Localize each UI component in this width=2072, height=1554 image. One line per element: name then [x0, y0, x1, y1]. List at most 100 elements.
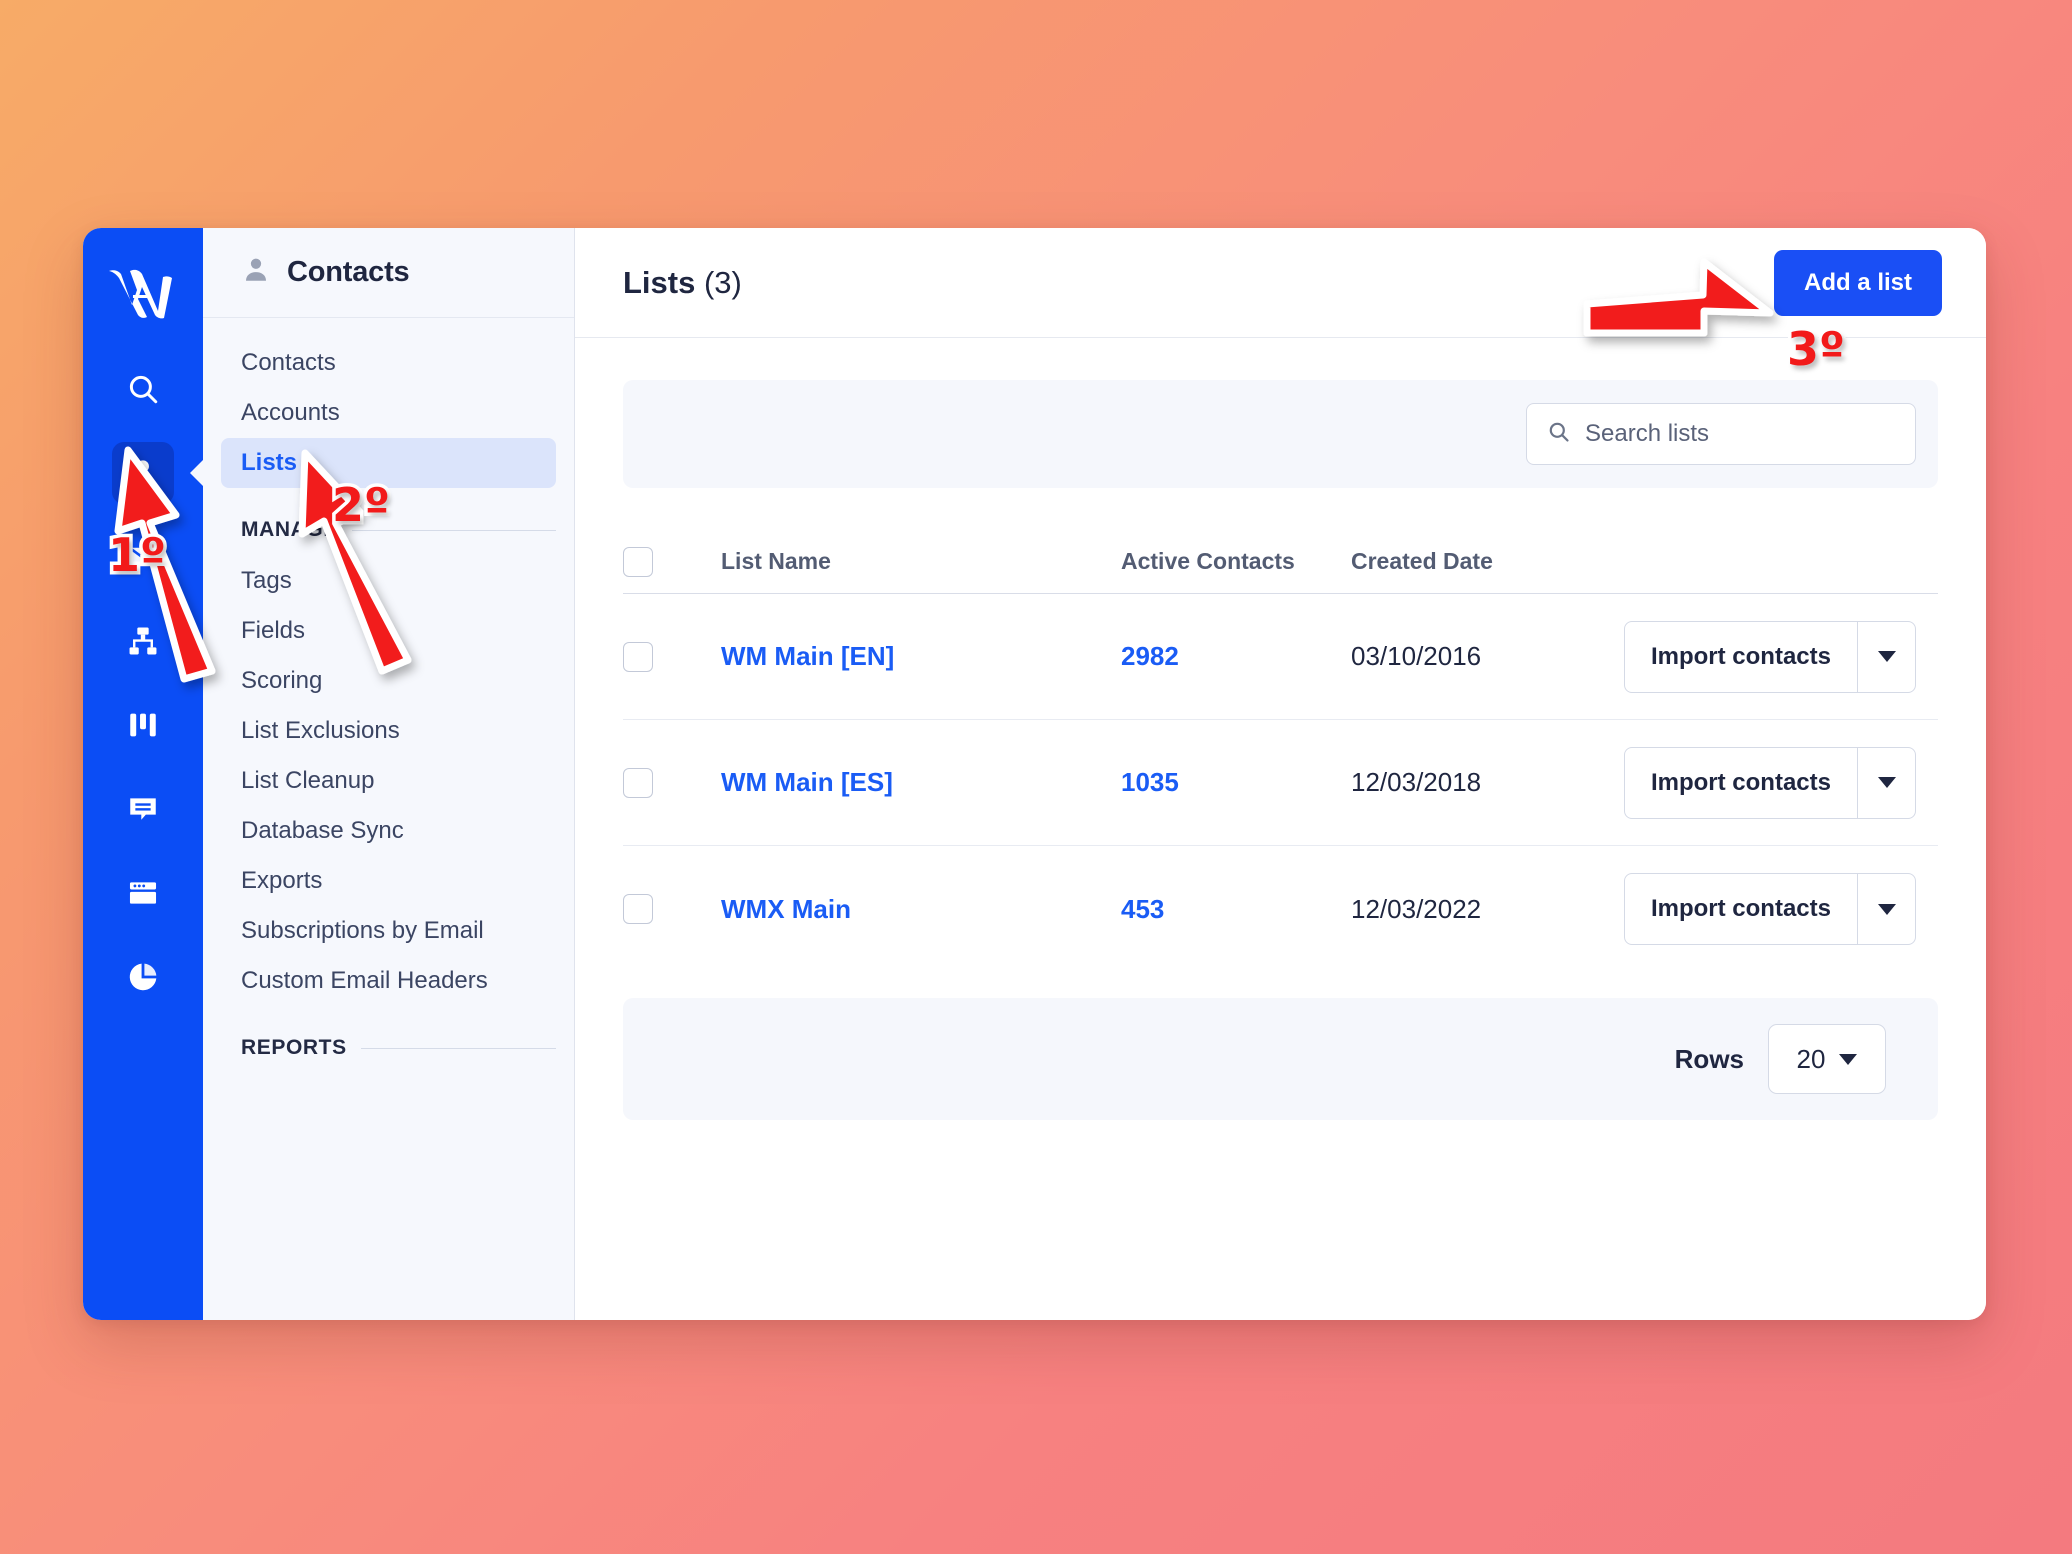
- list-name-link[interactable]: WM Main [EN]: [721, 641, 894, 671]
- rows-per-page-value: 20: [1796, 1043, 1826, 1074]
- sidebar-item-label: Fields: [241, 617, 306, 644]
- row-checkbox[interactable]: [623, 894, 653, 924]
- cell-created-date: 12/03/2022: [1351, 893, 1482, 924]
- sidebar-item-list-exclusions[interactable]: List Exclusions: [221, 706, 556, 756]
- cell-created-date: 03/10/2016: [1351, 641, 1482, 671]
- row-select-cell: [623, 767, 721, 798]
- rail-item-landing-pages[interactable]: [112, 862, 174, 924]
- sidebar-item-database-sync[interactable]: Database Sync: [221, 806, 556, 856]
- cell-list-name: WMX Main: [721, 894, 1121, 925]
- import-contacts-dropdown-toggle[interactable]: [1857, 621, 1915, 692]
- sidebar-item-label: Lists: [241, 449, 298, 476]
- search-box[interactable]: [1526, 403, 1916, 465]
- import-contacts-dropdown-toggle[interactable]: [1857, 874, 1915, 944]
- table-row[interactable]: WM Main [EN] 2982 03/10/2016 Import cont…: [623, 594, 1938, 720]
- app-window: Contacts Contacts Accounts Lists MANAGE …: [83, 228, 1986, 1320]
- select-all-checkbox[interactable]: [623, 546, 653, 577]
- divider: [351, 529, 556, 531]
- sidebar-item-label: Exports: [241, 867, 323, 894]
- rail-item-conversations[interactable]: [112, 778, 174, 840]
- rail-item-email[interactable]: [112, 526, 174, 588]
- sidebar-item-label: Scoring: [241, 667, 323, 694]
- chevron-down-icon: [1839, 1053, 1858, 1065]
- person-icon: [241, 255, 271, 290]
- import-contacts-button[interactable]: Import contacts: [1625, 748, 1857, 818]
- sidebar-item-scoring[interactable]: Scoring: [221, 656, 556, 706]
- rail-item-pipelines[interactable]: [112, 694, 174, 756]
- import-contacts-split-button: Import contacts: [1623, 873, 1916, 945]
- search-panel: [623, 380, 1938, 488]
- chat-message-icon: [126, 792, 160, 826]
- sidebar-item-exports[interactable]: Exports: [221, 856, 556, 906]
- rows-label: Rows: [1674, 1043, 1744, 1074]
- lists-table: List Name Active Contacts Created Date W…: [623, 530, 1938, 972]
- column-header-created-date[interactable]: Created Date: [1351, 548, 1621, 575]
- row-select-cell: [623, 641, 721, 672]
- import-contacts-dropdown-toggle[interactable]: [1857, 747, 1915, 818]
- sidebar-item-label: Custom Email Headers: [241, 967, 488, 994]
- icon-rail: [83, 228, 203, 1320]
- sidebar-item-tags[interactable]: Tags: [221, 556, 556, 606]
- search-icon: [1547, 420, 1571, 449]
- add-list-button[interactable]: Add a list: [1773, 249, 1942, 316]
- sidebar-item-fields[interactable]: Fields: [221, 606, 556, 656]
- cell-list-name: WM Main [EN]: [721, 641, 1121, 672]
- page-title-text: Lists: [623, 264, 696, 300]
- sidebar-item-subscriptions-by-email[interactable]: Subscriptions by Email: [221, 906, 556, 956]
- sidebar-item-lists[interactable]: Lists: [221, 438, 556, 488]
- sidebar-item-label: Contacts: [241, 349, 336, 376]
- nav-section-reports: REPORTS: [241, 1036, 556, 1060]
- search-icon: [126, 372, 160, 406]
- contacts-person-icon: [126, 456, 160, 490]
- main-content: Lists (3) Add a list Search lists List N…: [575, 228, 1986, 1320]
- cell-list-name: WM Main [ES]: [721, 767, 1121, 798]
- page-title-count: (3): [703, 264, 742, 300]
- cell-actions: Import contacts: [1621, 746, 1938, 819]
- cell-active-contacts: 453: [1121, 894, 1351, 925]
- search-input[interactable]: [1585, 420, 1895, 448]
- rail-item-reports[interactable]: [112, 946, 174, 1008]
- rail-item-search[interactable]: [112, 358, 174, 420]
- chevron-down-icon: [1877, 651, 1896, 662]
- row-checkbox[interactable]: [623, 767, 653, 798]
- sidebar-item-list-cleanup[interactable]: List Cleanup: [221, 756, 556, 806]
- list-name-link[interactable]: WMX Main: [721, 894, 851, 924]
- select-all-cell: [623, 546, 721, 577]
- rows-per-page-select[interactable]: 20: [1768, 1024, 1886, 1094]
- table-footer: Rows 20: [623, 998, 1938, 1120]
- sidebar-item-label: List Exclusions: [241, 717, 400, 744]
- table-header-row: List Name Active Contacts Created Date: [623, 530, 1938, 594]
- cell-actions: Import contacts: [1621, 873, 1938, 945]
- column-header-list-name[interactable]: List Name: [721, 548, 1121, 575]
- table-row[interactable]: WM Main [ES] 1035 12/03/2018 Import cont…: [623, 720, 1938, 846]
- sidebar-item-label: List Cleanup: [241, 767, 375, 794]
- import-contacts-button[interactable]: Import contacts: [1625, 874, 1857, 944]
- sidebar-item-label: Subscriptions by Email: [241, 917, 484, 944]
- active-contacts-link[interactable]: 453: [1121, 894, 1164, 924]
- row-select-cell: [623, 894, 721, 924]
- cell-actions: Import contacts: [1621, 620, 1938, 693]
- sidebar-item-contacts[interactable]: Contacts: [221, 338, 556, 388]
- list-name-link[interactable]: WM Main [ES]: [721, 767, 893, 797]
- sidebar-item-label: Accounts: [241, 399, 340, 426]
- rail-item-contacts[interactable]: [112, 442, 174, 504]
- landing-page-browser-icon: [126, 876, 160, 910]
- rail-item-automations[interactable]: [112, 610, 174, 672]
- sidebar-item-accounts[interactable]: Accounts: [221, 388, 556, 438]
- column-header-active-contacts[interactable]: Active Contacts: [1121, 548, 1351, 575]
- row-checkbox[interactable]: [623, 641, 653, 672]
- w-logo[interactable]: [83, 250, 203, 336]
- import-contacts-split-button: Import contacts: [1623, 620, 1916, 693]
- nav-section-label: MANAGE: [241, 518, 338, 541]
- page-title: Lists (3): [623, 265, 742, 301]
- nav-header-title: Contacts: [287, 256, 410, 288]
- chevron-down-icon: [1877, 777, 1896, 788]
- table-row[interactable]: WMX Main 453 12/03/2022 Import contacts: [623, 846, 1938, 972]
- import-contacts-button[interactable]: Import contacts: [1625, 622, 1857, 692]
- active-contacts-link[interactable]: 1035: [1121, 767, 1179, 797]
- main-body: List Name Active Contacts Created Date W…: [575, 338, 1986, 1120]
- cell-active-contacts: 1035: [1121, 767, 1351, 798]
- sidebar-item-custom-email-headers[interactable]: Custom Email Headers: [221, 956, 556, 1006]
- reports-pie-chart-icon: [126, 960, 160, 994]
- active-contacts-link[interactable]: 2982: [1121, 641, 1179, 671]
